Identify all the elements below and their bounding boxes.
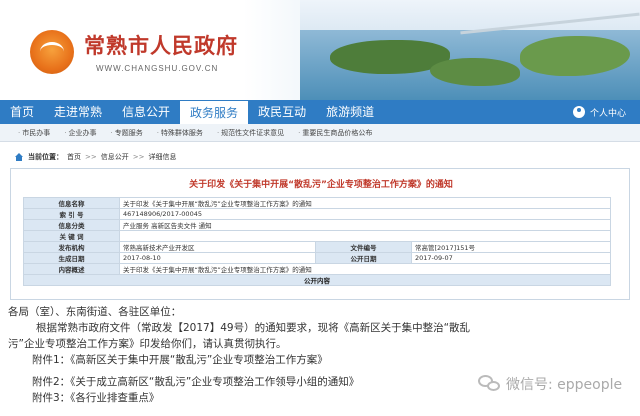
meta-value-public-date: 2017-09-07 [411,252,611,264]
site-url: WWW.CHANGSHU.GOV.CN [96,64,219,73]
table-row: 关 键 词 [23,230,611,242]
user-center-link[interactable]: 个人中心 [572,100,640,124]
site-banner: 常熟市人民政府 WWW.CHANGSHU.GOV.CN [0,0,640,100]
table-row: 发布机构 常熟高新技术产业开发区 文件编号 常高管[2017]151号 [23,241,611,253]
nav-item-gov-services[interactable]: 政务服务 [180,101,249,124]
wechat-watermark: 微信号: eppeople [478,374,622,394]
meta-label: 文件编号 [315,241,412,253]
meta-label: 索 引 号 [23,208,120,220]
meta-value-index: 467148906/2017-00045 [119,208,611,220]
subnav-item-normative-docs[interactable]: 规范性文件证求意见 [217,128,284,138]
table-row: 公开内容 [23,274,611,286]
table-row: 生成日期 2017-08-10 公开日期 2017-09-07 [23,252,611,264]
subnav-item-citizen[interactable]: 市民办事 [18,128,50,138]
subnav-item-prices[interactable]: 重要民生商品价格公布 [298,128,372,138]
breadcrumb-home[interactable]: 首页 [67,152,81,162]
subnav-item-enterprise[interactable]: 企业办事 [64,128,96,138]
table-row: 信息分类 产业服务 高新区告卖文件 通知 [23,219,611,231]
nav-item-home[interactable]: 首页 [0,100,44,124]
breadcrumb-current: 详细信息 [148,153,177,161]
meta-label: 信息名称 [23,197,120,209]
table-row: 索 引 号 467148906/2017-00045 [23,208,611,220]
attachment-link-1[interactable]: 附件1：《高新区关于集中开展“散乱污”企业专项整治工作方案》 [8,352,632,368]
site-logo-icon[interactable] [30,30,74,74]
meta-value-keywords [119,230,611,242]
watermark-text: 微信号: eppeople [506,377,623,393]
nav-item-about[interactable]: 走进常熟 [44,100,112,124]
meta-value-summary: 关于印发《关于集中开展“散乱污”企业专项整治工作方案》的通知 [119,263,611,275]
breadcrumb: 当前位置： 首页 >> 信息公开 >> 详细信息 [14,150,176,164]
meta-value-info-name: 关于印发《关于集中开展“散乱污”企业专项整治工作方案》的通知 [119,197,611,209]
document-metadata-table: 信息名称 关于印发《关于集中开展“散乱污”企业专项整治工作方案》的通知 索 引 … [23,197,611,286]
wechat-icon [478,375,500,393]
home-icon [14,153,24,161]
document-title: 关于印发《关于集中开展“散乱污”企业专项整治工作方案》的通知 [189,180,453,190]
breadcrumb-label: 当前位置： [28,153,63,161]
meta-label: 生成日期 [23,252,120,264]
public-content-header: 公开内容 [23,274,611,286]
document-panel: 关于印发《关于集中开展“散乱污”企业专项整治工作方案》的通知 信息名称 关于印发… [10,168,630,300]
meta-label: 公开日期 [315,252,412,264]
sub-nav: 市民办事 企业办事 专题服务 特殊群体服务 规范性文件证求意见 重要民生商品价格… [0,124,640,142]
meta-label: 信息分类 [23,219,120,231]
breadcrumb-separator: >> [132,153,145,161]
meta-value-issuer: 常熟高新技术产业开发区 [119,241,316,253]
nav-item-tourism[interactable]: 旅游频道 [316,100,384,124]
meta-label: 内容概述 [23,263,120,275]
body-greeting: 各局（室）、东南街道、各驻区单位： [8,306,182,318]
site-title[interactable]: 常熟市人民政府 [84,30,238,60]
subnav-item-topics[interactable]: 专题服务 [110,128,143,138]
user-center-label: 个人中心 [589,108,626,119]
main-nav: 首页 走进常熟 信息公开 政务服务 政民互动 旅游频道 个人中心 [0,100,640,124]
breadcrumb-info-public[interactable]: 信息公开 [101,152,129,162]
meta-label: 关 键 词 [23,230,120,242]
body-paragraph: 根据常熟市政府文件（常政发【2017】49号）的通知要求，现将《高新区关于集中整… [36,322,471,334]
meta-label: 发布机构 [23,241,120,253]
table-row: 信息名称 关于印发《关于集中开展“散乱污”企业专项整治工作方案》的通知 [23,197,611,209]
body-paragraph: 污”企业专项整治工作方案》印发给你们，请认真贯彻执行。 [8,338,287,350]
table-row: 内容概述 关于印发《关于集中开展“散乱污”企业专项整治工作方案》的通知 [23,263,611,275]
breadcrumb-separator: >> [85,153,97,161]
meta-value-date: 2017-08-10 [119,252,316,264]
meta-value-category: 产业服务 高新区告卖文件 通知 [119,219,611,231]
subnav-item-special-groups[interactable]: 特殊群体服务 [157,128,203,138]
user-icon [572,106,585,118]
nav-item-interaction[interactable]: 政民互动 [248,100,316,124]
meta-value-doc-no: 常高管[2017]151号 [411,241,611,253]
nav-item-info-public[interactable]: 信息公开 [112,100,180,124]
